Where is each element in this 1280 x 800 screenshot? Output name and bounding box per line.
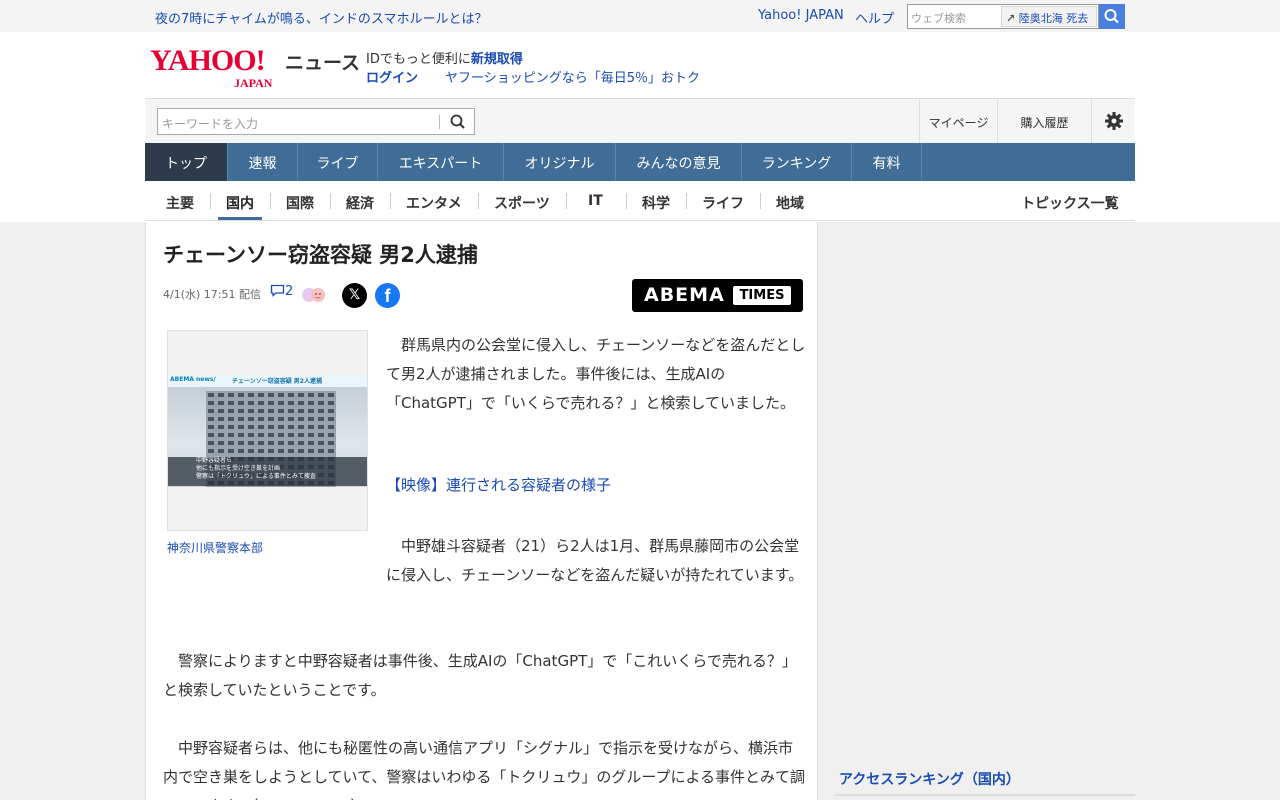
purchase-history-link[interactable]: 購入履歴 bbox=[997, 99, 1091, 144]
web-search-placeholder: ウェブ検索 bbox=[911, 12, 966, 25]
search-icon[interactable] bbox=[448, 112, 468, 132]
article-paragraph: 警察によりますと中野容疑者は事件後、生成AIの「ChatGPT」で「これいくらで… bbox=[163, 652, 797, 699]
keyword-search-input[interactable]: キーワードを入力 bbox=[157, 108, 475, 135]
utility-bar: 夜の7時にチャイムが鳴る、インドのスマホルールとは？ Yahoo! JAPAN … bbox=[0, 0, 1280, 32]
tab-original[interactable]: オリジナル bbox=[504, 143, 616, 181]
mypage-link[interactable]: マイページ bbox=[919, 99, 997, 144]
yahoo-japan-link[interactable]: Yahoo! JAPAN bbox=[758, 8, 844, 23]
category-nav: トップ 速報 ライブ エキスパート オリジナル みんなの意見 ランキング 有料 bbox=[145, 143, 1135, 181]
tab-paid[interactable]: 有料 bbox=[852, 143, 922, 181]
divider bbox=[478, 193, 479, 209]
subtab-sports[interactable]: スポーツ bbox=[494, 193, 550, 213]
divider bbox=[760, 193, 761, 209]
search-row: キーワードを入力 マイページ 購入履歴 bbox=[145, 98, 1135, 144]
publish-date: 4/1(水) 17:51 配信 bbox=[163, 288, 261, 301]
keyword-placeholder: キーワードを入力 bbox=[162, 117, 259, 131]
promo-link[interactable]: 夜の7時にチャイムが鳴る、インドのスマホルールとは？ bbox=[155, 8, 488, 27]
photo-caption-line: 警察は「トクリュウ」による事件とみて捜査 bbox=[196, 473, 316, 480]
subtab-region[interactable]: 地域 bbox=[776, 193, 804, 213]
logo-text: YAHOO! bbox=[150, 44, 266, 77]
article-paragraph: 中野雄斗容疑者（21）ら2人は1月、群馬県藤岡市の公会堂に侵入し、チェーンソーな… bbox=[163, 532, 806, 590]
tab-opinions[interactable]: みんなの意見 bbox=[616, 143, 742, 181]
divider bbox=[330, 193, 331, 209]
subtab-life[interactable]: ライフ bbox=[702, 193, 744, 213]
photo-caption-overlay: 中野容疑者ら 他にも指示を受け空き巣を計画 警察は「トクリュウ」による事件とみて… bbox=[168, 457, 367, 486]
trend-keyword[interactable]: ↗ 陸奥北海 死去 bbox=[1001, 6, 1097, 27]
article: チェーンソー窃盗容疑 男2人逮捕 4/1(水) 17:51 配信 2 𝕏 f A… bbox=[145, 222, 818, 800]
tab-ranking[interactable]: ランキング bbox=[742, 143, 852, 181]
search-icon bbox=[1104, 9, 1119, 24]
divider bbox=[835, 794, 1135, 796]
photo-caption-line: 中野容疑者ら bbox=[196, 457, 233, 464]
id-promo: IDでもっと便利に新規取得 bbox=[366, 48, 523, 67]
id-promo-text: IDでもっと便利に bbox=[366, 52, 471, 67]
divider bbox=[626, 193, 627, 209]
source-logo[interactable]: ABEMA TIMES bbox=[632, 279, 803, 312]
photo-caption-line: 他にも指示を受け空き巣を計画 bbox=[196, 465, 281, 472]
help-link[interactable]: ヘルプ bbox=[855, 8, 894, 27]
photo-banner: ABEMA news/ チェーンソー窃盗容疑 男2人逮捕 bbox=[168, 375, 367, 387]
reaction-icon[interactable] bbox=[300, 286, 330, 304]
subtab-international[interactable]: 国際 bbox=[286, 193, 314, 213]
divider bbox=[566, 193, 567, 209]
tab-breaking[interactable]: 速報 bbox=[228, 143, 298, 181]
subtab-domestic[interactable]: 国内 bbox=[226, 193, 254, 213]
facebook-share-icon[interactable]: f bbox=[375, 283, 400, 308]
web-search-input[interactable]: ウェブ検索 ↗ 陸奥北海 死去 bbox=[907, 4, 1099, 29]
source-logo-badge: TIMES bbox=[733, 286, 791, 305]
trend-keyword-label: 陸奥北海 死去 bbox=[1018, 12, 1089, 25]
source-logo-text: ABEMA bbox=[644, 284, 725, 306]
shopping-link[interactable]: ヤフーショッピングなら「毎日5％」おトク bbox=[445, 67, 700, 86]
photo-banner-title: チェーンソー窃盗容疑 男2人逮捕 bbox=[232, 378, 322, 385]
comment-count[interactable]: 2 bbox=[270, 284, 293, 299]
login-link[interactable]: ログイン bbox=[366, 67, 418, 86]
register-link[interactable]: 新規取得 bbox=[471, 52, 523, 67]
topics-list-link[interactable]: トピックス一覧 bbox=[1021, 193, 1119, 213]
subtab-main[interactable]: 主要 bbox=[166, 193, 194, 213]
comment-count-value: 2 bbox=[285, 284, 294, 299]
photo-banner-logo: ABEMA news/ bbox=[170, 376, 216, 383]
yahoo-logo[interactable]: YAHOO! JAPAN bbox=[150, 44, 290, 90]
site-header: YAHOO! JAPAN ニュース IDでもっと便利に新規取得 ログイン ヤフー… bbox=[145, 32, 1135, 98]
subtab-entertainment[interactable]: エンタメ bbox=[406, 193, 462, 213]
article-paragraph-wrap: 中野雄斗容疑者（21）ら2人は1月、群馬県藤岡市の公会堂に侵入し、チェーンソーな… bbox=[386, 537, 804, 584]
video-link[interactable]: 【映像】連行される容疑者の様子 bbox=[386, 474, 611, 495]
access-ranking-title[interactable]: アクセスランキング（国内） bbox=[839, 769, 1020, 789]
tab-top[interactable]: トップ bbox=[145, 143, 228, 181]
purchase-history-label: 購入履歴 bbox=[1020, 116, 1069, 130]
logo-sub: JAPAN bbox=[234, 76, 273, 90]
article-photo[interactable]: ABEMA news/ チェーンソー窃盗容疑 男2人逮捕 中野容疑者ら 他にも指… bbox=[167, 330, 368, 531]
x-share-icon[interactable]: 𝕏 bbox=[342, 283, 367, 308]
active-tab-indicator bbox=[218, 217, 262, 220]
divider bbox=[686, 193, 687, 209]
trend-arrow-icon: ↗ bbox=[1006, 12, 1016, 25]
sub-nav: 主要 国内 国際 経済 エンタメ スポーツ IT 科学 ライフ 地域 トピックス… bbox=[145, 181, 1135, 221]
photo-image: ABEMA news/ チェーンソー窃盗容疑 男2人逮捕 中野容疑者ら 他にも指… bbox=[168, 375, 367, 487]
settings-button[interactable] bbox=[1091, 99, 1135, 144]
gear-icon bbox=[1104, 112, 1123, 130]
divider bbox=[439, 115, 440, 129]
tab-live[interactable]: ライブ bbox=[298, 143, 378, 181]
subtab-it[interactable]: IT bbox=[588, 193, 603, 209]
mypage-label: マイページ bbox=[928, 116, 989, 130]
subtab-economy[interactable]: 経済 bbox=[346, 193, 374, 213]
divider bbox=[390, 193, 391, 209]
article-paragraph: 中野容疑者らは、他にも秘匿性の高い通信アプリ「シグナル」で指示を受けながら、横浜… bbox=[163, 739, 806, 800]
web-search-button[interactable] bbox=[1099, 4, 1125, 29]
section-title[interactable]: ニュース bbox=[285, 48, 360, 75]
subtab-science[interactable]: 科学 bbox=[642, 193, 670, 213]
divider bbox=[210, 193, 211, 209]
article-title: チェーンソー窃盗容疑 男2人逮捕 bbox=[163, 243, 478, 267]
article-paragraph: 群馬県内の公会堂に侵入し、チェーンソーなどを盗んだとして男2人が逮捕されました。… bbox=[386, 336, 806, 412]
tab-expert[interactable]: エキスパート bbox=[378, 143, 504, 181]
divider bbox=[270, 193, 271, 209]
comment-icon bbox=[270, 284, 285, 297]
